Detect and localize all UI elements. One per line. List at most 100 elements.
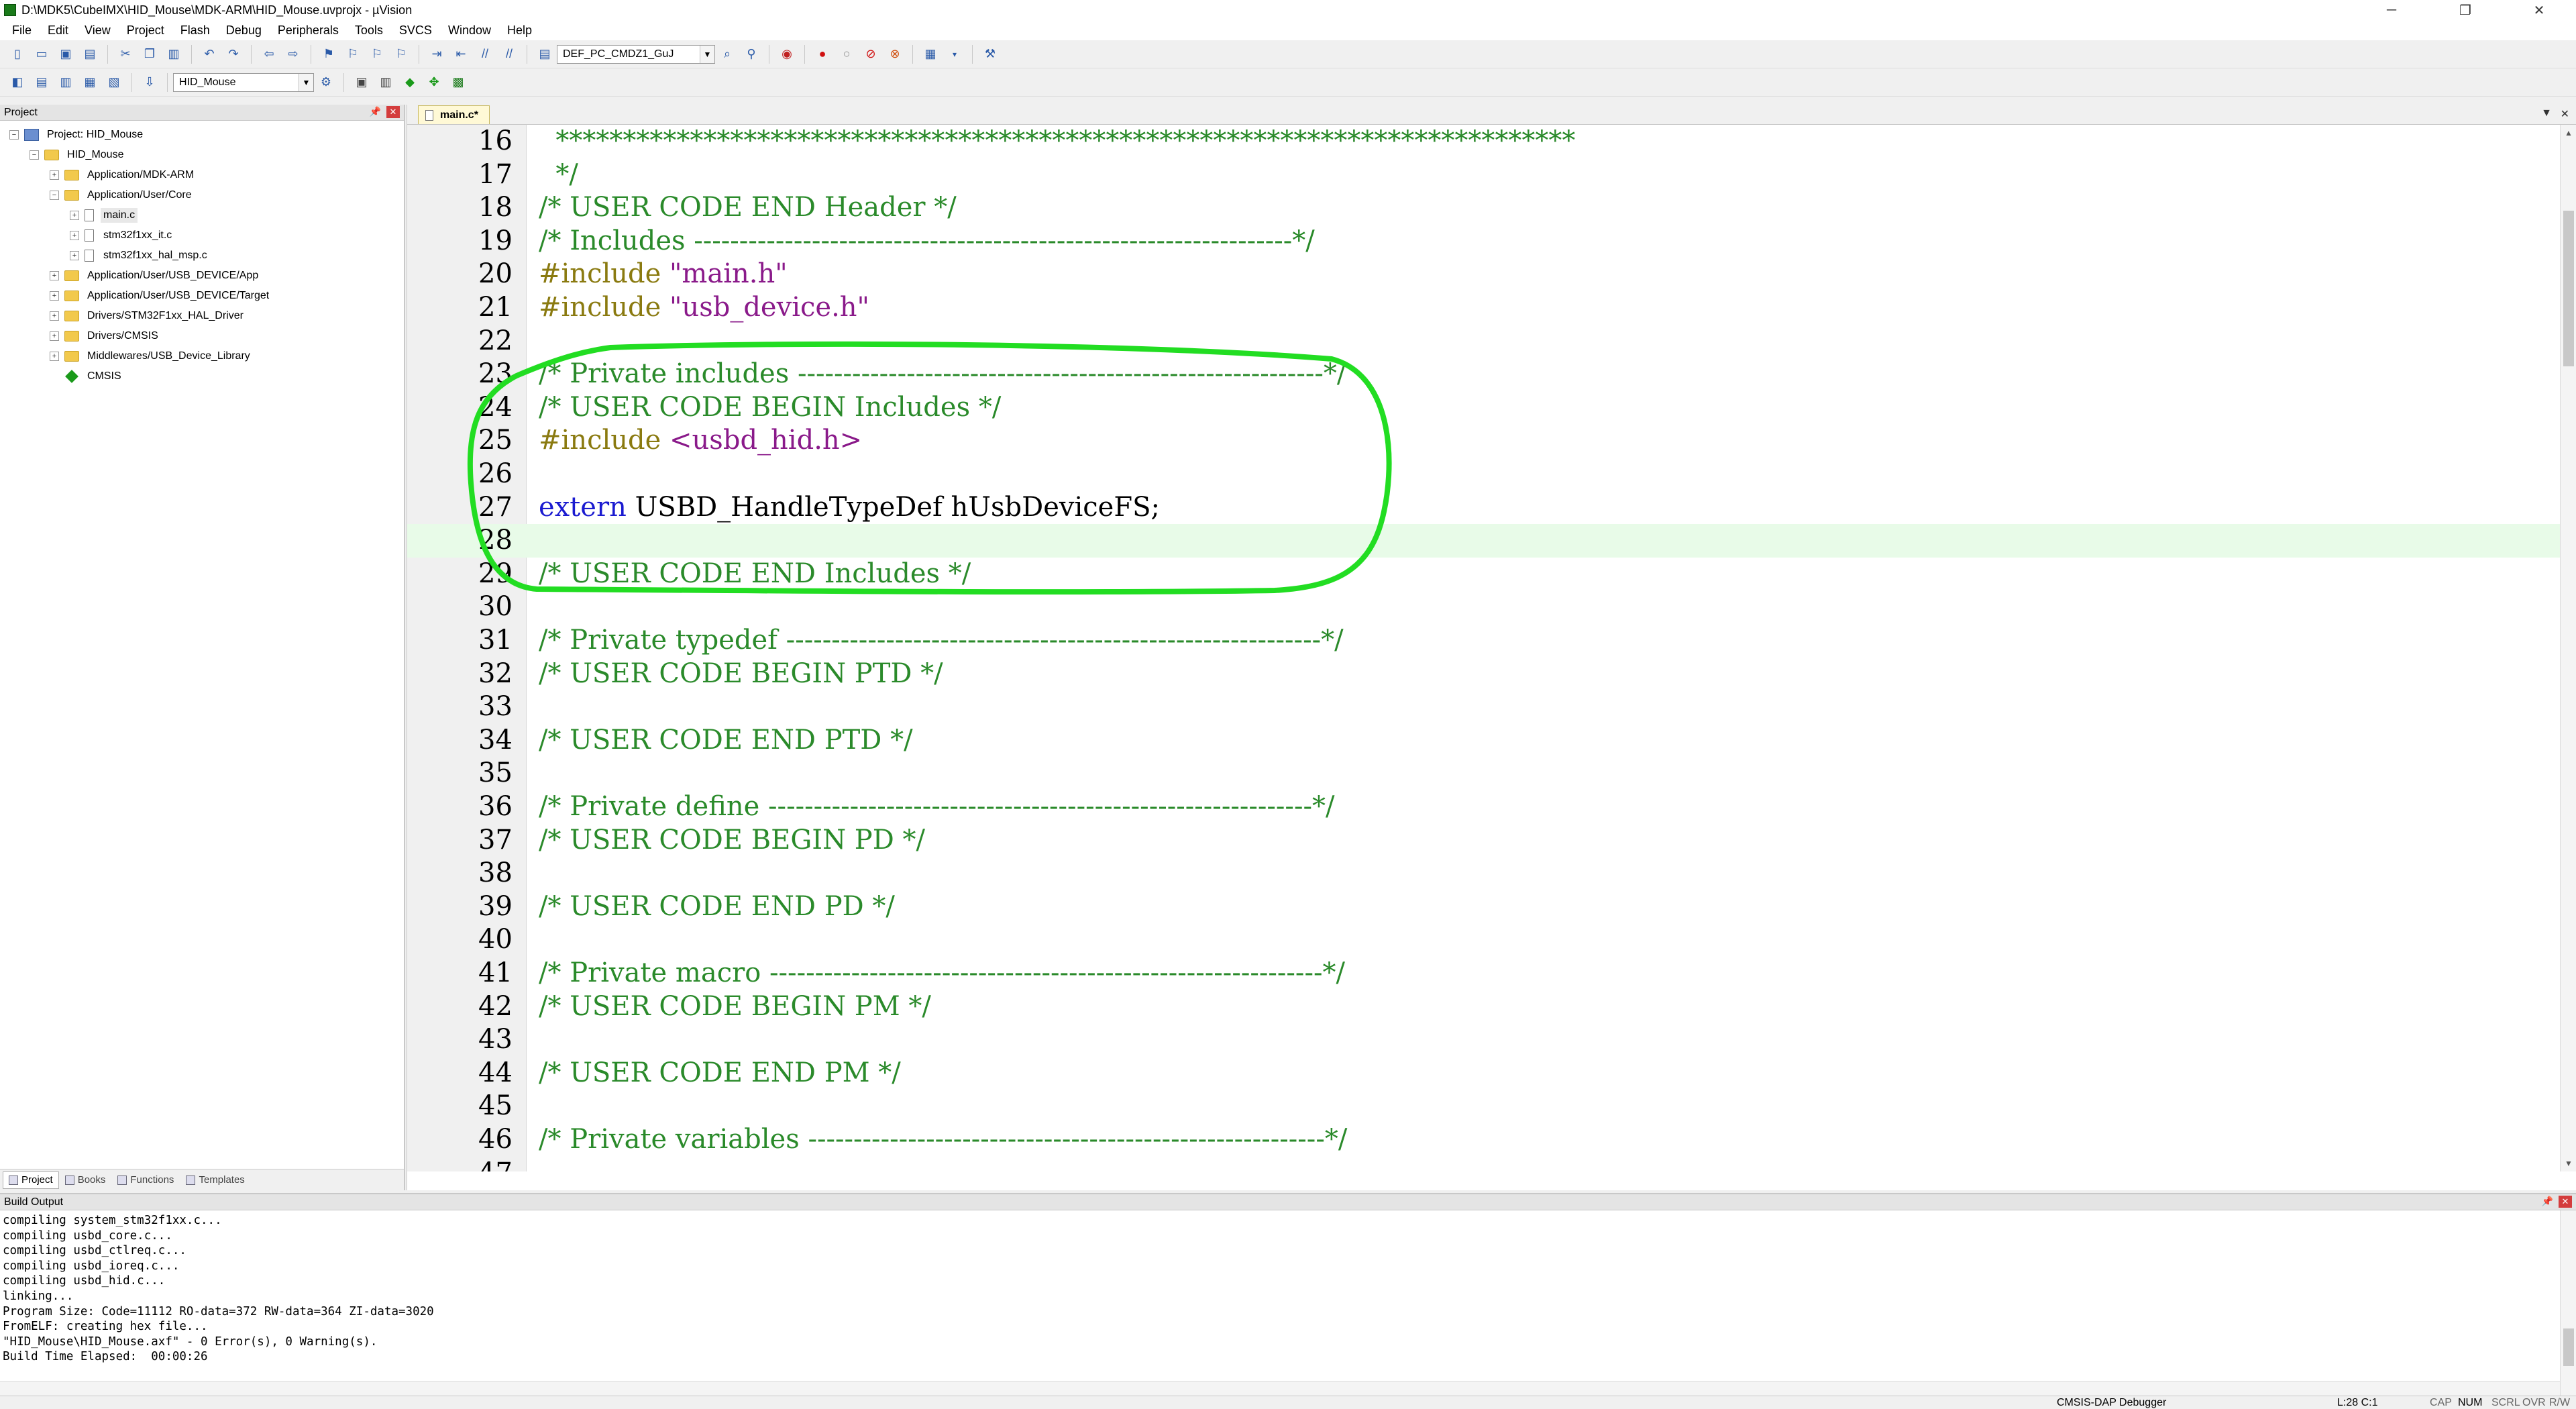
menu-peripherals[interactable]: Peripherals (270, 20, 347, 40)
pin-icon[interactable]: 📌 (2542, 1196, 2553, 1207)
incremental-find-icon[interactable]: ⚲ (741, 44, 761, 64)
close-editor-icon[interactable]: ✕ (2561, 107, 2569, 121)
maximize-button[interactable]: ❐ (2428, 0, 2502, 20)
cut-icon[interactable]: ✂ (115, 44, 136, 64)
code-line[interactable]: 40 (407, 923, 2561, 957)
next-bookmark-icon[interactable]: ⚐ (367, 44, 387, 64)
menu-flash[interactable]: Flash (172, 20, 218, 40)
code-line[interactable]: 32 /* USER CODE BEGIN PTD */ (407, 658, 2561, 691)
menu-tools[interactable]: Tools (347, 20, 391, 40)
tree-item[interactable]: CMSIS (0, 366, 404, 386)
menu-edit[interactable]: Edit (40, 20, 76, 40)
rte-icon[interactable]: ▩ (448, 72, 468, 93)
code-line[interactable]: 34 /* USER CODE END PTD */ (407, 724, 2561, 758)
menu-file[interactable]: File (4, 20, 40, 40)
build-scroll-thumb[interactable] (2563, 1328, 2574, 1366)
nav-forward-icon[interactable]: ⇨ (283, 44, 303, 64)
tree-item[interactable]: + main.c (0, 205, 404, 225)
code-line[interactable]: 33 (407, 690, 2561, 724)
kill-breakpoints-icon[interactable]: ⊘ (861, 44, 881, 64)
tree-item[interactable]: + Drivers/STM32F1xx_HAL_Driver (0, 306, 404, 326)
select-packs-icon[interactable]: ◆ (400, 72, 420, 93)
disable-all-breakpoints-icon[interactable]: ⊗ (885, 44, 905, 64)
minimize-button[interactable]: ─ (2355, 0, 2428, 20)
tab-main-c[interactable]: main.c* (418, 105, 490, 124)
code-line[interactable]: 20 #include "main.h" (407, 258, 2561, 291)
nav-back-icon[interactable]: ⇦ (259, 44, 279, 64)
expand-icon[interactable]: + (50, 291, 59, 301)
code-line[interactable]: 24 /* USER CODE BEGIN Includes */ (407, 391, 2561, 425)
expand-icon[interactable]: + (70, 211, 79, 220)
layout-chevron-down-icon[interactable]: ▾ (945, 44, 965, 64)
disable-breakpoint-icon[interactable]: ○ (837, 44, 857, 64)
scroll-up-icon[interactable]: ▲ (2561, 125, 2576, 141)
translate-icon[interactable]: ◧ (7, 72, 28, 93)
tree-item[interactable]: + Application/User/USB_DEVICE/App (0, 266, 404, 286)
code-line[interactable]: 41 /* Private macro ---------------------… (407, 957, 2561, 990)
project-target-combo[interactable]: HID_Mouse ▼ (173, 72, 314, 92)
window-layout-icon[interactable]: ▦ (920, 44, 941, 64)
code-line[interactable]: 47 (407, 1157, 2561, 1171)
build-output-vertical-scrollbar[interactable] (2560, 1210, 2576, 1397)
tree-item[interactable]: + stm32f1xx_hal_msp.c (0, 246, 404, 266)
bookmark-icon[interactable]: ⚑ (319, 44, 339, 64)
code-line[interactable]: 26 (407, 458, 2561, 491)
expand-icon[interactable]: + (50, 311, 59, 321)
menu-help[interactable]: Help (499, 20, 540, 40)
paste-icon[interactable]: ▥ (164, 44, 184, 64)
stop-build-icon[interactable]: ▧ (104, 72, 124, 93)
code-line[interactable]: 25 #include <usbd_hid.h> (407, 424, 2561, 458)
batch-build-icon[interactable]: ▦ (80, 72, 100, 93)
code-line[interactable]: 19 /* Includes --------------------------… (407, 225, 2561, 258)
copy-icon[interactable]: ❐ (140, 44, 160, 64)
file-extensions-icon[interactable]: ▣ (352, 72, 372, 93)
menu-view[interactable]: View (76, 20, 119, 40)
build-output-horizontal-scrollbar[interactable] (0, 1381, 2560, 1396)
code-line[interactable]: 18 /* USER CODE END Header */ (407, 191, 2561, 225)
expand-icon[interactable]: + (50, 331, 59, 341)
tree-item[interactable]: + Application/User/USB_DEVICE/Target (0, 286, 404, 306)
code-line[interactable]: 23 /* Private includes ------------------… (407, 358, 2561, 391)
code-line[interactable]: 35 (407, 757, 2561, 790)
code-line[interactable]: 36 /* Private define --------------------… (407, 790, 2561, 824)
collapse-icon[interactable]: − (50, 191, 59, 200)
tab-templates[interactable]: Templates (180, 1171, 250, 1189)
tree-item[interactable]: − HID_Mouse (0, 145, 404, 165)
prev-bookmark-icon[interactable]: ⚐ (343, 44, 363, 64)
find-icon[interactable]: ⌕ (717, 44, 737, 64)
debug-session-icon[interactable]: ◉ (777, 44, 797, 64)
menu-window[interactable]: Window (440, 20, 499, 40)
collapse-icon[interactable]: − (30, 150, 39, 160)
code-line[interactable]: 27 extern USBD_HandleTypeDef hUsbDeviceFS… (407, 491, 2561, 525)
tree-item[interactable]: − Application/User/Core (0, 185, 404, 205)
code-line[interactable]: 45 (407, 1090, 2561, 1123)
code-line[interactable]: 29 /* USER CODE END Includes */ (407, 558, 2561, 591)
menu-svcs[interactable]: SVCS (391, 20, 440, 40)
tree-item[interactable]: + Application/MDK-ARM (0, 165, 404, 185)
code-line[interactable]: 44 /* USER CODE END PM */ (407, 1057, 2561, 1090)
chevron-down-icon[interactable]: ▼ (700, 45, 714, 63)
code-line[interactable]: 31 /* Private typedef -------------------… (407, 624, 2561, 658)
expand-icon[interactable]: + (50, 352, 59, 361)
find-in-files-icon[interactable]: ▤ (535, 44, 555, 64)
target-options-icon[interactable]: ⚙ (316, 72, 336, 93)
expand-icon[interactable]: + (70, 251, 79, 260)
open-file-icon[interactable]: ▭ (32, 44, 52, 64)
comment-icon[interactable]: // (475, 44, 495, 64)
code-line[interactable]: 22 (407, 325, 2561, 358)
expand-icon[interactable]: + (50, 271, 59, 280)
code-line[interactable]: 16 *************************************… (407, 125, 2561, 158)
tree-item[interactable]: + Drivers/CMSIS (0, 326, 404, 346)
redo-icon[interactable]: ↷ (223, 44, 244, 64)
code-line[interactable]: 28 (407, 524, 2561, 558)
download-icon[interactable]: ⇩ (140, 72, 160, 93)
code-line[interactable]: 38 (407, 857, 2561, 890)
save-all-icon[interactable]: ▤ (80, 44, 100, 64)
menu-project[interactable]: Project (119, 20, 172, 40)
code-editor[interactable]: 16 *************************************… (407, 125, 2561, 1171)
editor-vertical-scrollbar[interactable]: ▲ ▼ (2560, 125, 2576, 1171)
breakpoint-icon[interactable]: ● (812, 44, 833, 64)
save-icon[interactable]: ▣ (56, 44, 76, 64)
code-line[interactable]: 21 #include "usb_device.h" (407, 291, 2561, 325)
target-combo[interactable]: DEF_PC_CMDZ1_GuJ ▼ (557, 44, 715, 64)
